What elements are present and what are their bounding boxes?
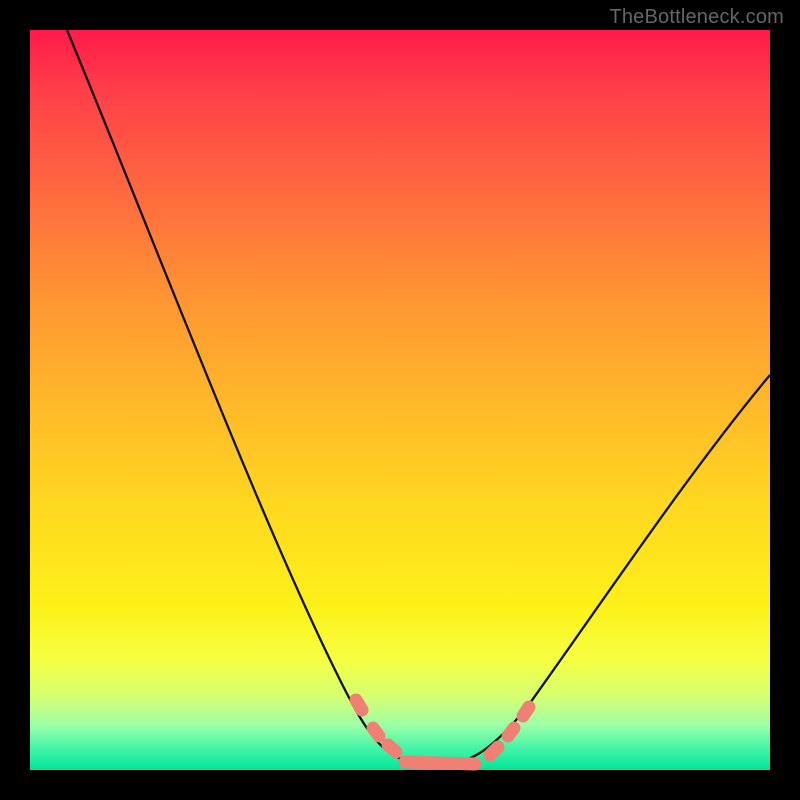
bottleneck-curve	[67, 30, 770, 765]
marker-flat	[405, 762, 475, 764]
plot-area	[30, 30, 770, 770]
curve-svg	[30, 30, 770, 770]
marker-group	[356, 700, 529, 764]
marker-dot	[490, 747, 498, 755]
marker-dot	[388, 745, 396, 752]
marker-dot	[508, 728, 514, 736]
marker-dot	[523, 707, 529, 716]
marker-dot	[373, 728, 379, 736]
chart-frame: TheBottleneck.com	[0, 0, 800, 800]
marker-dot	[356, 700, 362, 710]
watermark-text: TheBottleneck.com	[609, 6, 784, 29]
